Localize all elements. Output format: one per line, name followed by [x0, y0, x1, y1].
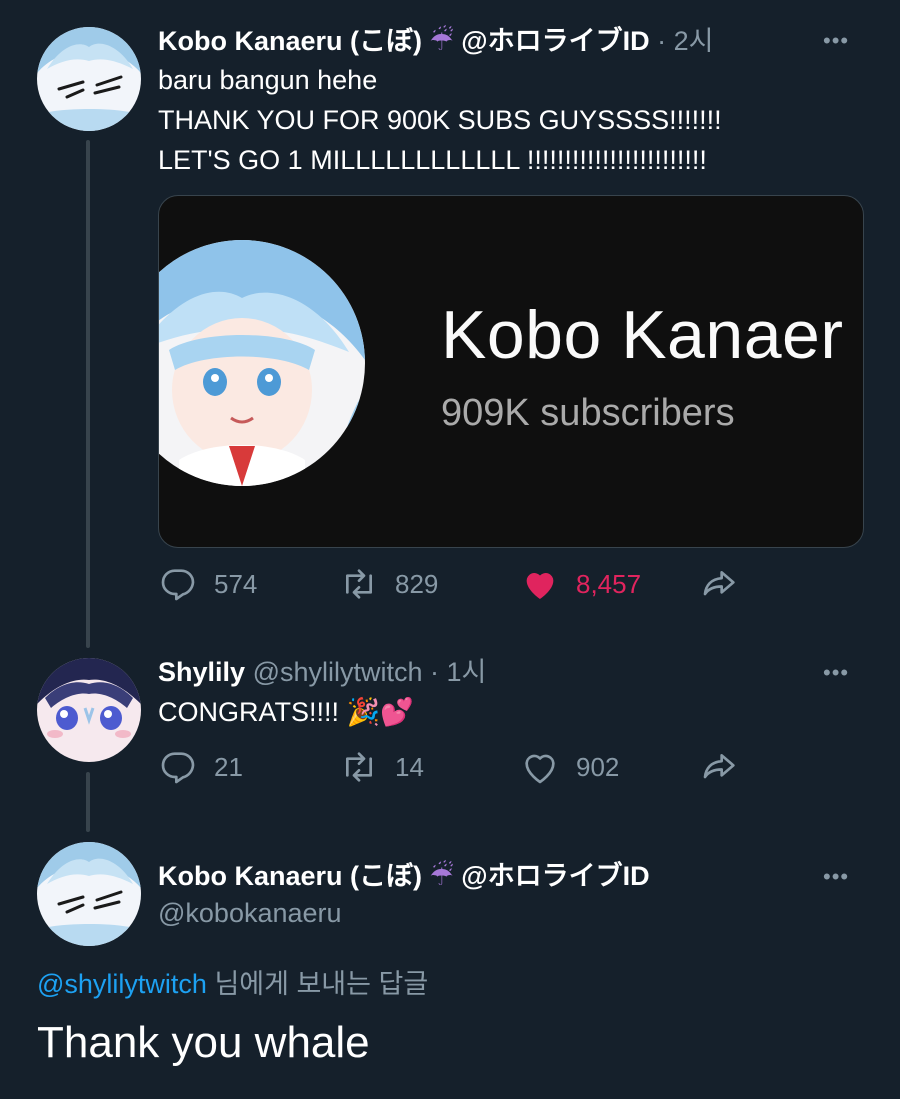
- tweet-line-2: THANK YOU FOR 900K SUBS GUYSSSS!!!!!!!: [158, 105, 722, 135]
- reply-reply-count: 21: [214, 751, 243, 782]
- reply-time[interactable]: · 1시: [430, 657, 486, 687]
- heart-icon: [525, 754, 555, 784]
- reply-reply-button[interactable]: 21: [158, 747, 243, 787]
- like-count: 8,457: [576, 568, 642, 599]
- reply-handle[interactable]: @shylilytwitch: [253, 657, 423, 687]
- replying-to-handle[interactable]: @shylilytwitch: [37, 969, 207, 999]
- tweet-line-3: LET'S GO 1 MILLLLLLLLLLLL !!!!!!!!!!!!!!…: [158, 145, 707, 175]
- reply-icon: [161, 752, 195, 784]
- share-icon: [703, 754, 735, 779]
- focused-more-options-icon[interactable]: •••: [823, 864, 849, 890]
- reply-like-count: 902: [576, 751, 620, 782]
- reply-share-button[interactable]: [700, 747, 740, 787]
- reply-retweet-count: 14: [395, 751, 424, 782]
- author-affiliation: @ホロライブID: [461, 26, 650, 56]
- share-icon: [703, 571, 735, 596]
- channel-name: Kobo Kanaer: [441, 297, 844, 373]
- retweet-button[interactable]: 829: [339, 564, 438, 604]
- replying-to-suffix: 님에게 보내는 답글: [206, 969, 429, 999]
- umbrella-emoji: ☔: [429, 861, 454, 891]
- tweet-text: baru bangun hehe THANK YOU FOR 900K SUBS…: [158, 60, 722, 180]
- reply-like-button[interactable]: 902: [520, 747, 619, 787]
- share-button[interactable]: [700, 564, 740, 604]
- umbrella-emoji: ☔: [429, 26, 454, 56]
- focused-kobo-avatar[interactable]: [37, 842, 141, 946]
- reply-count: 574: [214, 568, 258, 599]
- author-name[interactable]: Kobo Kanaeru (こぼ): [158, 26, 422, 56]
- focused-header: Kobo Kanaeru (こぼ) ☔ @ホロライブID: [158, 861, 650, 891]
- thread-line-1: [86, 140, 90, 648]
- more-options-icon[interactable]: •••: [823, 28, 849, 54]
- retweet-icon: [346, 752, 372, 782]
- subscriber-count: 909K subscribers: [441, 392, 735, 434]
- reply-text: CONGRATS!!!! 🎉💕: [158, 697, 414, 727]
- focused-author-affiliation: @ホロライブID: [461, 861, 650, 891]
- reply-button[interactable]: 574: [158, 564, 257, 604]
- tweet-time[interactable]: · 2시: [657, 26, 713, 56]
- retweet-count: 829: [395, 568, 439, 599]
- channel-avatar: [159, 240, 365, 486]
- retweet-icon: [346, 569, 372, 599]
- replying-to: @shylilytwitch 님에게 보내는 답글: [37, 962, 428, 1001]
- attached-image[interactable]: Kobo Kanaer 909K subscribers: [158, 195, 864, 548]
- like-button[interactable]: 8,457: [520, 564, 641, 604]
- reply-icon: [161, 569, 195, 601]
- heart-filled-icon: [526, 572, 554, 599]
- reply-retweet-button[interactable]: 14: [339, 747, 424, 787]
- kobo-avatar[interactable]: [37, 27, 141, 131]
- reply-header: Shylily @shylilytwitch · 1시: [158, 657, 486, 687]
- tweet-header: Kobo Kanaeru (こぼ) ☔ @ホロライブID · 2시: [158, 26, 713, 56]
- shylily-avatar[interactable]: [37, 658, 141, 762]
- focused-tweet-text: Thank you whale: [37, 1018, 370, 1067]
- thread-line-2: [86, 772, 90, 832]
- reply-more-options-icon[interactable]: •••: [823, 660, 849, 686]
- tweet-line-1: baru bangun hehe: [158, 65, 378, 95]
- focused-handle[interactable]: @kobokanaeru: [158, 898, 342, 929]
- focused-author-name[interactable]: Kobo Kanaeru (こぼ): [158, 861, 422, 891]
- reply-author-name[interactable]: Shylily: [158, 657, 245, 687]
